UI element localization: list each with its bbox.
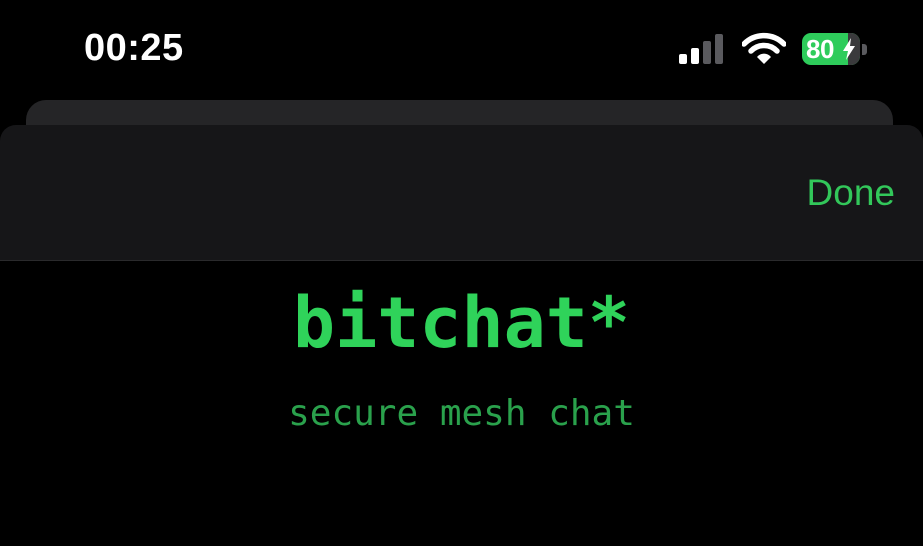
status-bar: 00:25 80 xyxy=(0,0,923,100)
battery-cap xyxy=(862,44,867,55)
cellular-signal-icon xyxy=(679,34,723,64)
nav-bar: Done xyxy=(0,125,923,261)
app-subtitle: secure mesh chat xyxy=(288,393,635,434)
app-title: bitchat* xyxy=(292,282,631,364)
battery-charging-icon: 80 xyxy=(802,33,868,67)
modal-sheet: Done bitchat* secure mesh chat xyxy=(0,125,923,546)
done-button[interactable]: Done xyxy=(807,169,895,217)
battery-body: 80 xyxy=(802,33,860,65)
wifi-icon xyxy=(742,32,786,64)
battery-level: 80 xyxy=(806,34,834,64)
status-time: 00:25 xyxy=(84,27,184,69)
lightning-bolt-icon xyxy=(843,38,855,60)
sheet-content: bitchat* secure mesh chat xyxy=(0,261,923,546)
